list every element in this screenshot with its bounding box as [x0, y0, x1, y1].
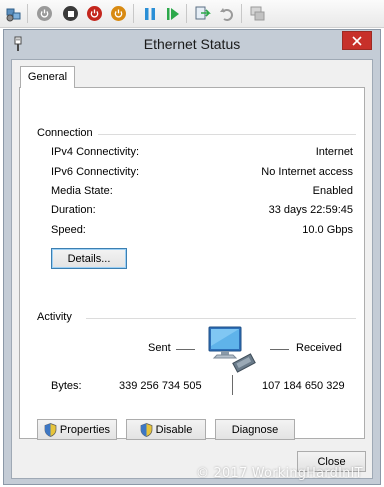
watermark-text: © 2017 WorkingHardInIT — [196, 466, 363, 481]
connection-divider — [98, 134, 356, 135]
media-state-value: Enabled — [312, 185, 353, 197]
tab-general[interactable]: General — [20, 66, 75, 88]
sent-line — [176, 349, 195, 350]
media-state-label: Media State: — [51, 185, 113, 197]
diagnose-button[interactable]: Diagnose — [215, 419, 295, 440]
speed-value: 10.0 Gbps — [302, 224, 353, 236]
pause-icon[interactable] — [141, 5, 158, 22]
bytes-divider — [232, 375, 233, 395]
uac-shield-icon — [140, 422, 153, 437]
activity-group-label: Activity — [37, 311, 72, 323]
ipv4-connectivity-label: IPv4 Connectivity: — [51, 146, 140, 158]
activity-divider — [86, 318, 356, 319]
speed-label: Speed: — [51, 224, 86, 236]
bytes-received-value: 107 184 650 329 — [262, 380, 345, 392]
connection-group-label: Connection — [37, 127, 93, 139]
properties-button[interactable]: Properties — [37, 419, 117, 440]
close-window-button[interactable] — [342, 31, 372, 50]
stop-icon[interactable] — [62, 5, 79, 22]
dialog-client-area: General Connection IPv4 Connectivity: In… — [11, 59, 373, 479]
enhanced-session-icon[interactable] — [249, 5, 266, 22]
checkpoint-icon[interactable] — [194, 5, 211, 22]
received-label: Received — [296, 342, 342, 354]
power-off-icon[interactable] — [36, 5, 53, 22]
ipv6-connectivity-value: No Internet access — [261, 166, 353, 178]
disable-label: Disable — [155, 423, 193, 436]
start-icon[interactable] — [164, 5, 181, 22]
vm-connection-toolbar — [0, 0, 384, 28]
network-computer-icon — [206, 324, 258, 377]
vm-settings-icon[interactable] — [5, 5, 22, 22]
power-button-icon[interactable] — [110, 5, 127, 22]
title-bar[interactable]: Ethernet Status — [4, 30, 380, 59]
general-tab-panel: Connection IPv4 Connectivity: Internet I… — [19, 87, 365, 440]
ipv4-connectivity-value: Internet — [315, 146, 353, 158]
revert-icon[interactable] — [218, 5, 235, 22]
duration-value: 33 days 22:59:45 — [268, 204, 353, 216]
uac-shield-icon — [44, 422, 57, 437]
bytes-label: Bytes: — [51, 380, 82, 392]
properties-label: Properties — [59, 423, 111, 436]
toolbar-separator — [186, 4, 187, 23]
close-icon — [352, 35, 362, 46]
duration-label: Duration: — [51, 204, 96, 216]
toolbar-separator — [27, 4, 28, 23]
toolbar-separator — [133, 4, 134, 23]
toolbar-separator — [241, 4, 242, 23]
details-button[interactable]: Details... — [51, 248, 127, 269]
disable-button[interactable]: Disable — [126, 419, 206, 440]
shutdown-icon[interactable] — [86, 5, 103, 22]
ipv6-connectivity-label: IPv6 Connectivity: — [51, 166, 140, 178]
bytes-sent-value: 339 256 734 505 — [119, 380, 202, 392]
ethernet-status-window: Ethernet Status General Connection IPv4 … — [3, 29, 381, 485]
window-title: Ethernet Status — [143, 36, 241, 52]
received-line — [270, 349, 289, 350]
sent-label: Sent — [148, 342, 171, 354]
